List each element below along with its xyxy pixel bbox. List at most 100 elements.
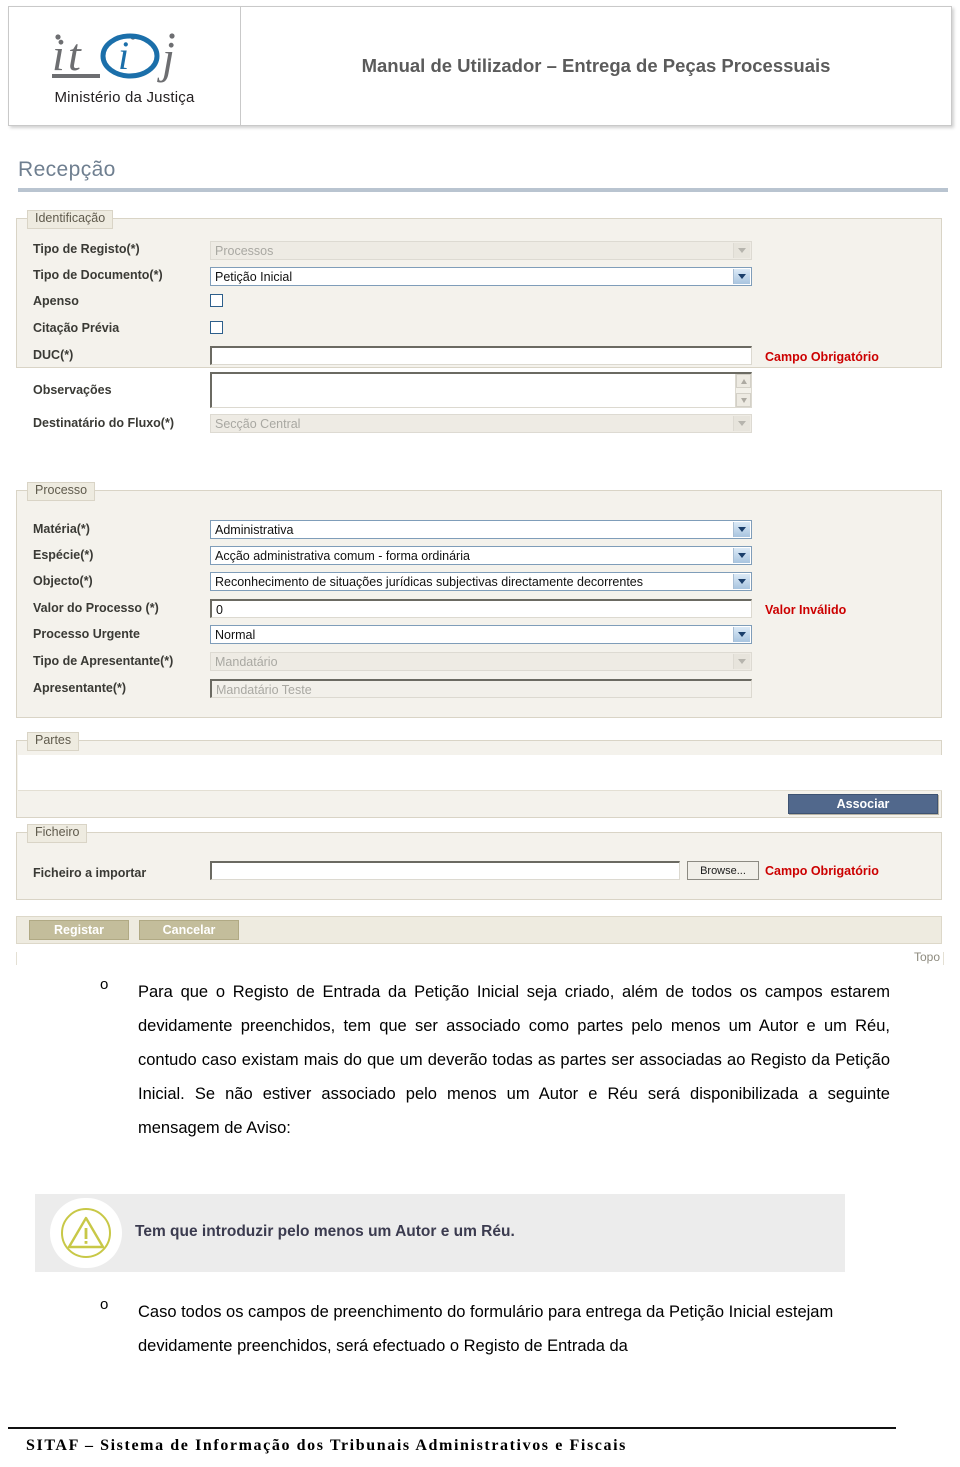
input-ficheiro-importar[interactable] xyxy=(210,861,680,880)
paragraph-1: Para que o Registo de Entrada da Petição… xyxy=(138,983,890,1137)
section-partes-legend: Partes xyxy=(27,732,80,751)
field-row-tipo-registo: Tipo de Registo(*) Processos xyxy=(17,237,941,264)
select-tipo-apresentante[interactable]: Mandatário xyxy=(210,652,752,671)
field-row-tipo-apresentante: Tipo de Apresentante(*) Mandatário xyxy=(17,649,941,676)
checkbox-apenso[interactable] xyxy=(210,294,223,307)
label-ficheiro-importar: Ficheiro a importar xyxy=(33,866,147,880)
page-title: Recepção xyxy=(18,158,116,181)
application-screenshot: Recepção Identificação Tipo de Registo(*… xyxy=(8,150,952,965)
chevron-down-icon xyxy=(733,416,750,431)
select-processo-urgente-value: Normal xyxy=(215,628,256,642)
label-destinatario-fluxo: Destinatário do Fluxo(*) xyxy=(33,416,174,430)
field-row-objecto: Objecto(*) Reconhecimento de situações j… xyxy=(17,569,941,596)
chevron-down-icon xyxy=(733,269,750,284)
warning-message-panel: Tem que introduzir pelo menos um Autor e… xyxy=(35,1194,845,1272)
warning-triangle-icon xyxy=(61,1208,111,1258)
label-tipo-registo: Tipo de Registo(*) xyxy=(33,242,140,256)
bullet-marker-2: o xyxy=(100,1296,109,1313)
chevron-down-icon xyxy=(733,654,750,669)
input-duc[interactable] xyxy=(210,346,752,365)
select-materia[interactable]: Administrativa xyxy=(210,520,752,539)
field-row-materia: Matéria(*) Administrativa xyxy=(17,517,941,544)
field-row-ficheiro-importar: Ficheiro a importar Browse... Campo Obri… xyxy=(17,861,941,888)
section-processo: Processo Matéria(*) Administrativa Espéc… xyxy=(16,482,942,718)
field-row-destinatario-fluxo: Destinatário do Fluxo(*) Secção Central xyxy=(17,411,941,438)
svg-text:i: i xyxy=(118,33,129,78)
select-destinatario-fluxo-value: Secção Central xyxy=(215,417,301,431)
hint-duc-required: Campo Obrigatório xyxy=(765,350,879,364)
chevron-down-icon xyxy=(733,522,750,537)
field-row-duc: DUC(*) Campo Obrigatório xyxy=(17,343,941,370)
logo-subtitle: Ministério da Justiça xyxy=(54,89,195,106)
warning-message-text: Tem que introduzir pelo menos um Autor e… xyxy=(135,1223,515,1240)
field-row-apenso: Apenso xyxy=(17,289,941,316)
field-row-especie: Espécie(*) Acção administrativa comum - … xyxy=(17,543,941,570)
label-tipo-documento: Tipo de Documento(*) xyxy=(33,268,163,282)
field-row-apresentante: Apresentante(*) Mandatário Teste xyxy=(17,676,941,703)
hint-valor-invalido: Valor Inválido xyxy=(765,603,847,617)
browse-button[interactable]: Browse... xyxy=(687,861,759,880)
hint-ficheiro-required: Campo Obrigatório xyxy=(765,864,879,878)
field-row-tipo-documento: Tipo de Documento(*) Petição Inicial xyxy=(17,263,941,290)
document-header: i t i j Ministério da Justiça Manual de … xyxy=(8,6,952,126)
associar-button[interactable]: Associar xyxy=(788,794,938,814)
label-duc: DUC(*) xyxy=(33,348,74,362)
paragraph-2: Caso todos os campos de preenchimento do… xyxy=(138,1303,834,1355)
scroll-up-icon[interactable] xyxy=(736,374,751,388)
topo-link[interactable]: Topo xyxy=(914,950,940,964)
label-materia: Matéria(*) xyxy=(33,522,90,536)
chevron-down-icon xyxy=(733,627,750,642)
warning-icon-badge xyxy=(50,1198,122,1268)
select-destinatario-fluxo[interactable]: Secção Central xyxy=(210,414,752,433)
label-tipo-apresentante: Tipo de Apresentante(*) xyxy=(33,654,174,668)
section-identificacao: Identificação Tipo de Registo(*) Process… xyxy=(16,210,942,433)
chevron-down-icon xyxy=(733,243,750,258)
select-tipo-registo-value: Processos xyxy=(215,244,274,258)
select-objecto[interactable]: Reconhecimento de situações jurídicas su… xyxy=(210,572,752,591)
footer-text: SITAF – Sistema de Informação dos Tribun… xyxy=(26,1437,627,1454)
select-especie[interactable]: Acção administrativa comum - forma ordin… xyxy=(210,546,752,565)
field-row-observacoes: Observações xyxy=(17,369,941,411)
label-observacoes: Observações xyxy=(33,383,112,397)
chevron-down-icon xyxy=(733,574,750,589)
section-identificacao-legend: Identificação xyxy=(27,210,114,229)
itij-logo-icon: i t i j xyxy=(50,26,200,88)
field-row-citacao-previa: Citação Prévia xyxy=(17,316,941,343)
select-processo-urgente[interactable]: Normal xyxy=(210,625,752,644)
input-apresentante[interactable]: Mandatário Teste xyxy=(210,679,752,698)
registar-button[interactable]: Registar xyxy=(29,920,129,940)
select-especie-value: Acção administrativa comum - forma ordin… xyxy=(215,549,470,563)
document-title: Manual de Utilizador – Entrega de Peças … xyxy=(361,55,831,76)
form-action-bar: Registar Cancelar xyxy=(16,916,942,944)
cancelar-button[interactable]: Cancelar xyxy=(139,920,239,940)
label-citacao-previa: Citação Prévia xyxy=(33,321,120,335)
section-ficheiro-legend: Ficheiro xyxy=(27,824,88,843)
label-processo-urgente: Processo Urgente xyxy=(33,627,140,641)
screenshot-bottom-edge xyxy=(16,952,944,965)
select-objecto-value: Reconhecimento de situações jurídicas su… xyxy=(215,575,644,589)
label-especie: Espécie(*) xyxy=(33,548,94,562)
textarea-scrollbar[interactable] xyxy=(735,374,751,407)
bullet-marker-1: o xyxy=(100,976,109,993)
label-apenso: Apenso xyxy=(33,294,79,308)
scroll-down-icon[interactable] xyxy=(736,393,751,407)
checkbox-citacao-previa[interactable] xyxy=(210,321,223,334)
page-title-rule xyxy=(18,188,948,192)
section-partes: Partes Associar xyxy=(16,732,942,818)
logo-cell: i t i j Ministério da Justiça xyxy=(9,7,241,125)
select-tipo-documento[interactable]: Petição Inicial xyxy=(210,267,752,286)
partes-empty-list xyxy=(18,755,942,791)
label-objecto: Objecto(*) xyxy=(33,574,93,588)
svg-text:t: t xyxy=(68,29,82,80)
bullet-item-1: o Para que o Registo de Entrada da Petiç… xyxy=(100,975,890,1145)
field-row-processo-urgente: Processo Urgente Normal xyxy=(17,622,941,649)
label-apresentante: Apresentante(*) xyxy=(33,681,127,695)
svg-text:j: j xyxy=(157,32,175,83)
section-processo-legend: Processo xyxy=(27,482,96,501)
section-ficheiro: Ficheiro Ficheiro a importar Browse... C… xyxy=(16,824,942,900)
select-tipo-registo[interactable]: Processos xyxy=(210,241,752,260)
select-tipo-documento-value: Petição Inicial xyxy=(215,270,293,284)
select-tipo-apresentante-value: Mandatário xyxy=(215,655,278,669)
input-valor-processo[interactable]: 0 xyxy=(210,599,752,618)
textarea-observacoes[interactable] xyxy=(210,372,752,408)
